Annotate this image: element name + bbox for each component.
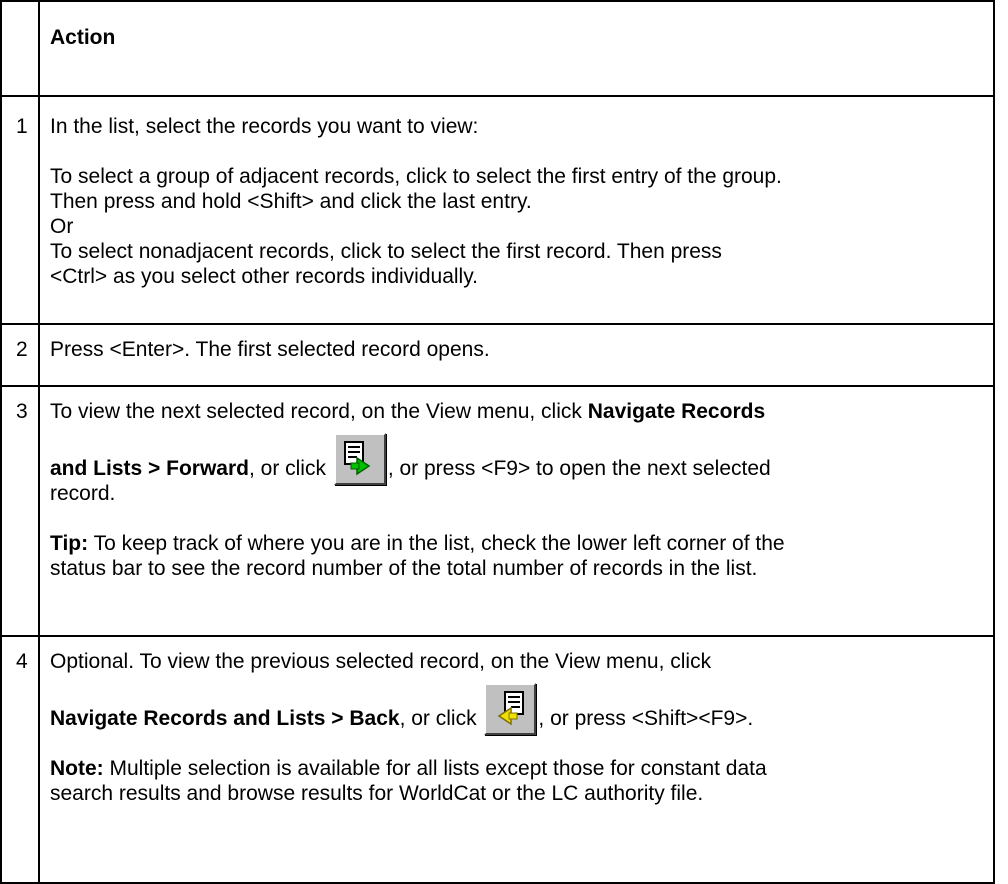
menu-path-bold: Navigate Records xyxy=(587,400,766,423)
step-text: <Ctrl> as you select other records indiv… xyxy=(50,265,478,288)
step-action: To view the next selected record, on the… xyxy=(38,385,995,637)
step-text: To view the next selected record, on the… xyxy=(50,399,985,424)
step-text: In the list, select the records you want… xyxy=(50,115,479,138)
note-body: Multiple selection is available for all … xyxy=(103,757,767,780)
step-action: Press <Enter>. The first selected record… xyxy=(38,323,995,387)
step-row: 1 In the list, select the records you wa… xyxy=(0,95,995,325)
step-action: In the list, select the records you want… xyxy=(38,95,995,325)
step-text: Or xyxy=(50,215,74,238)
table-header-row: Action xyxy=(0,0,995,97)
step-row: 2 Press <Enter>. The first selected reco… xyxy=(0,323,995,387)
step-text-plain: , or click xyxy=(248,457,332,480)
header-number-cell xyxy=(0,0,40,97)
instructions-table: Action 1 In the list, select the records… xyxy=(0,0,995,884)
step-text: Navigate Records and Lists > Back, or cl… xyxy=(50,674,985,735)
back-record-icon xyxy=(484,683,537,735)
step-text: Optional. To view the previous selected … xyxy=(50,650,712,673)
step-text: To select a group of adjacent records, c… xyxy=(50,165,782,188)
tip-label: Tip: xyxy=(50,532,89,555)
tip-body: To keep track of where you are in the li… xyxy=(88,532,785,555)
step-text-plain: , or press <Shift><F9>. xyxy=(538,707,754,730)
forward-record-icon xyxy=(333,433,386,485)
header-action-cell: Action xyxy=(38,0,995,97)
step-row: 4 Optional. To view the previous selecte… xyxy=(0,635,995,884)
step-number: 4 xyxy=(0,635,40,884)
step-number: 3 xyxy=(0,385,40,637)
tip-text: status bar to see the record number of t… xyxy=(50,557,758,580)
step-row: 3 To view the next selected record, on t… xyxy=(0,385,995,637)
step-text: record. xyxy=(50,482,116,505)
tip-text: Tip: To keep track of where you are in t… xyxy=(50,531,985,556)
note-label: Note: xyxy=(50,757,104,780)
step-text: To select nonadjacent records, click to … xyxy=(50,240,722,263)
step-text: Then press and hold <Shift> and click th… xyxy=(50,190,532,213)
step-text: and Lists > Forward, or click , or press… xyxy=(50,424,985,485)
step-number: 2 xyxy=(0,323,40,387)
menu-path-bold: Navigate Records and Lists > Back xyxy=(50,707,400,730)
note-text: search results and browse results for Wo… xyxy=(50,782,704,805)
step-text-plain: , or click xyxy=(399,707,483,730)
step-action: Optional. To view the previous selected … xyxy=(38,635,995,884)
step-text-plain: To view the next selected record, on the… xyxy=(50,400,588,423)
menu-path-bold: and Lists > Forward xyxy=(50,457,249,480)
note-text: Note: Multiple selection is available fo… xyxy=(50,756,985,781)
step-text-plain: , or press <F9> to open the next selecte… xyxy=(387,457,771,480)
step-number: 1 xyxy=(0,95,40,325)
